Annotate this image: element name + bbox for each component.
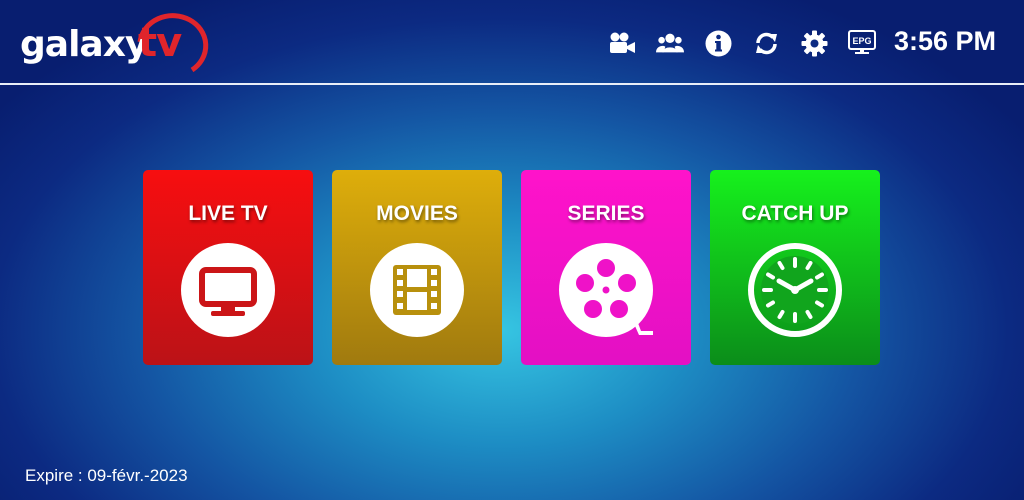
epg-icon[interactable]: EPG: [848, 29, 876, 57]
tile-catch-up-label: CATCH UP: [741, 202, 849, 225]
logo-accent-text: tv: [138, 20, 182, 66]
refresh-icon[interactable]: [752, 29, 780, 57]
tile-series-label: SERIES: [567, 202, 645, 225]
top-bar: galaxy tv EPG 3:56 PM: [0, 0, 1024, 84]
tile-live-tv-label: LIVE TV: [188, 202, 268, 225]
film-strip-icon: [370, 243, 464, 337]
tile-movies-label: MOVIES: [376, 202, 458, 225]
tile-live-tv[interactable]: LIVE TV: [143, 170, 313, 365]
film-reel-icon: [559, 243, 653, 337]
settings-icon[interactable]: [800, 29, 828, 57]
subscription-expiry: Expire : 09-févr.-2023: [25, 466, 188, 485]
logo-text: galaxy: [20, 24, 148, 65]
tile-catch-up[interactable]: CATCH UP: [710, 170, 880, 365]
tile-series[interactable]: SERIES: [521, 170, 691, 365]
app-logo: galaxy tv: [20, 8, 210, 82]
epg-label: EPG: [852, 36, 871, 46]
clock-icon: [748, 243, 842, 337]
users-icon[interactable]: [656, 29, 684, 57]
movie-camera-icon[interactable]: [608, 29, 636, 57]
header-divider: [0, 83, 1024, 85]
tv-icon: [181, 243, 275, 337]
info-icon[interactable]: [704, 29, 732, 57]
clock-time: 3:56 PM: [894, 26, 997, 56]
tile-movies[interactable]: MOVIES: [332, 170, 502, 365]
header-icons: EPG: [608, 28, 896, 58]
